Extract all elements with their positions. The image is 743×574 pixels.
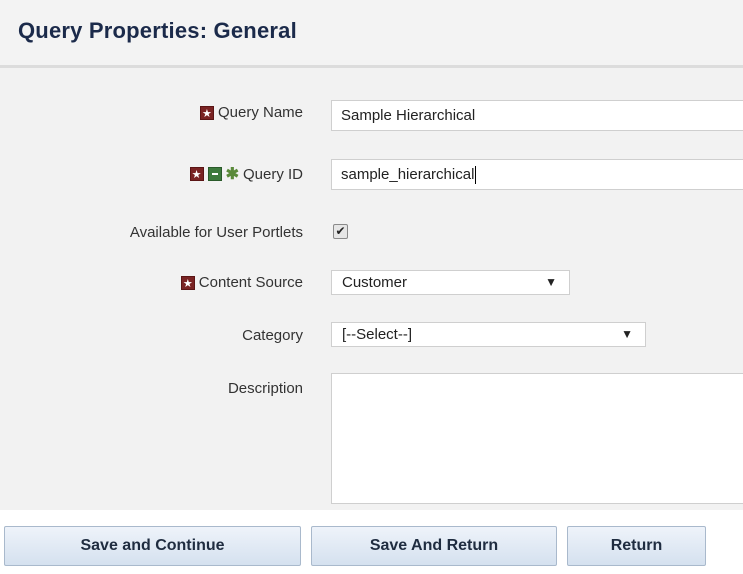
category-value: [--Select--] [342,326,413,343]
content-source-value: Customer [342,274,408,291]
required-icon: ★ [199,105,214,120]
page-title: Query Properties: General [18,18,297,43]
unique-icon: ✱ [225,166,239,183]
category-label: Category [242,327,303,344]
page-header: Query Properties: General [0,0,743,68]
text-cursor [475,166,477,185]
description-textarea[interactable] [331,373,743,504]
content-source-select[interactable]: Customer ▼ [331,270,570,295]
chevron-down-icon: ▼ [545,275,557,289]
category-select[interactable]: [--Select--] ▼ [331,322,646,347]
query-name-input[interactable]: Sample Hierarchical [331,100,743,131]
return-button[interactable]: Return [567,526,706,566]
language-icon [207,167,222,181]
query-properties-form: ★ Query Name Sample Hierarchical ★ ✱ Que… [0,68,743,510]
query-id-value: sample_hierarchical [341,166,475,183]
available-portlets-checkbox[interactable]: ✔ [333,224,348,239]
description-label: Description [227,380,303,397]
required-icon: ★ [189,167,204,181]
button-bar: Save and Continue Save And Return Return [0,510,743,574]
available-portlets-label: Available for User Portlets [129,224,303,241]
chevron-down-icon: ▼ [621,327,633,341]
save-and-return-button[interactable]: Save And Return [311,526,557,566]
content-source-label: ★ Content Source [180,274,303,291]
query-name-label: ★ Query Name [199,104,303,121]
required-icon: ★ [180,275,195,290]
query-id-input[interactable]: sample_hierarchical [331,159,743,190]
query-id-label: ★ ✱ Query ID [189,164,303,184]
save-and-continue-button[interactable]: Save and Continue [4,526,301,566]
